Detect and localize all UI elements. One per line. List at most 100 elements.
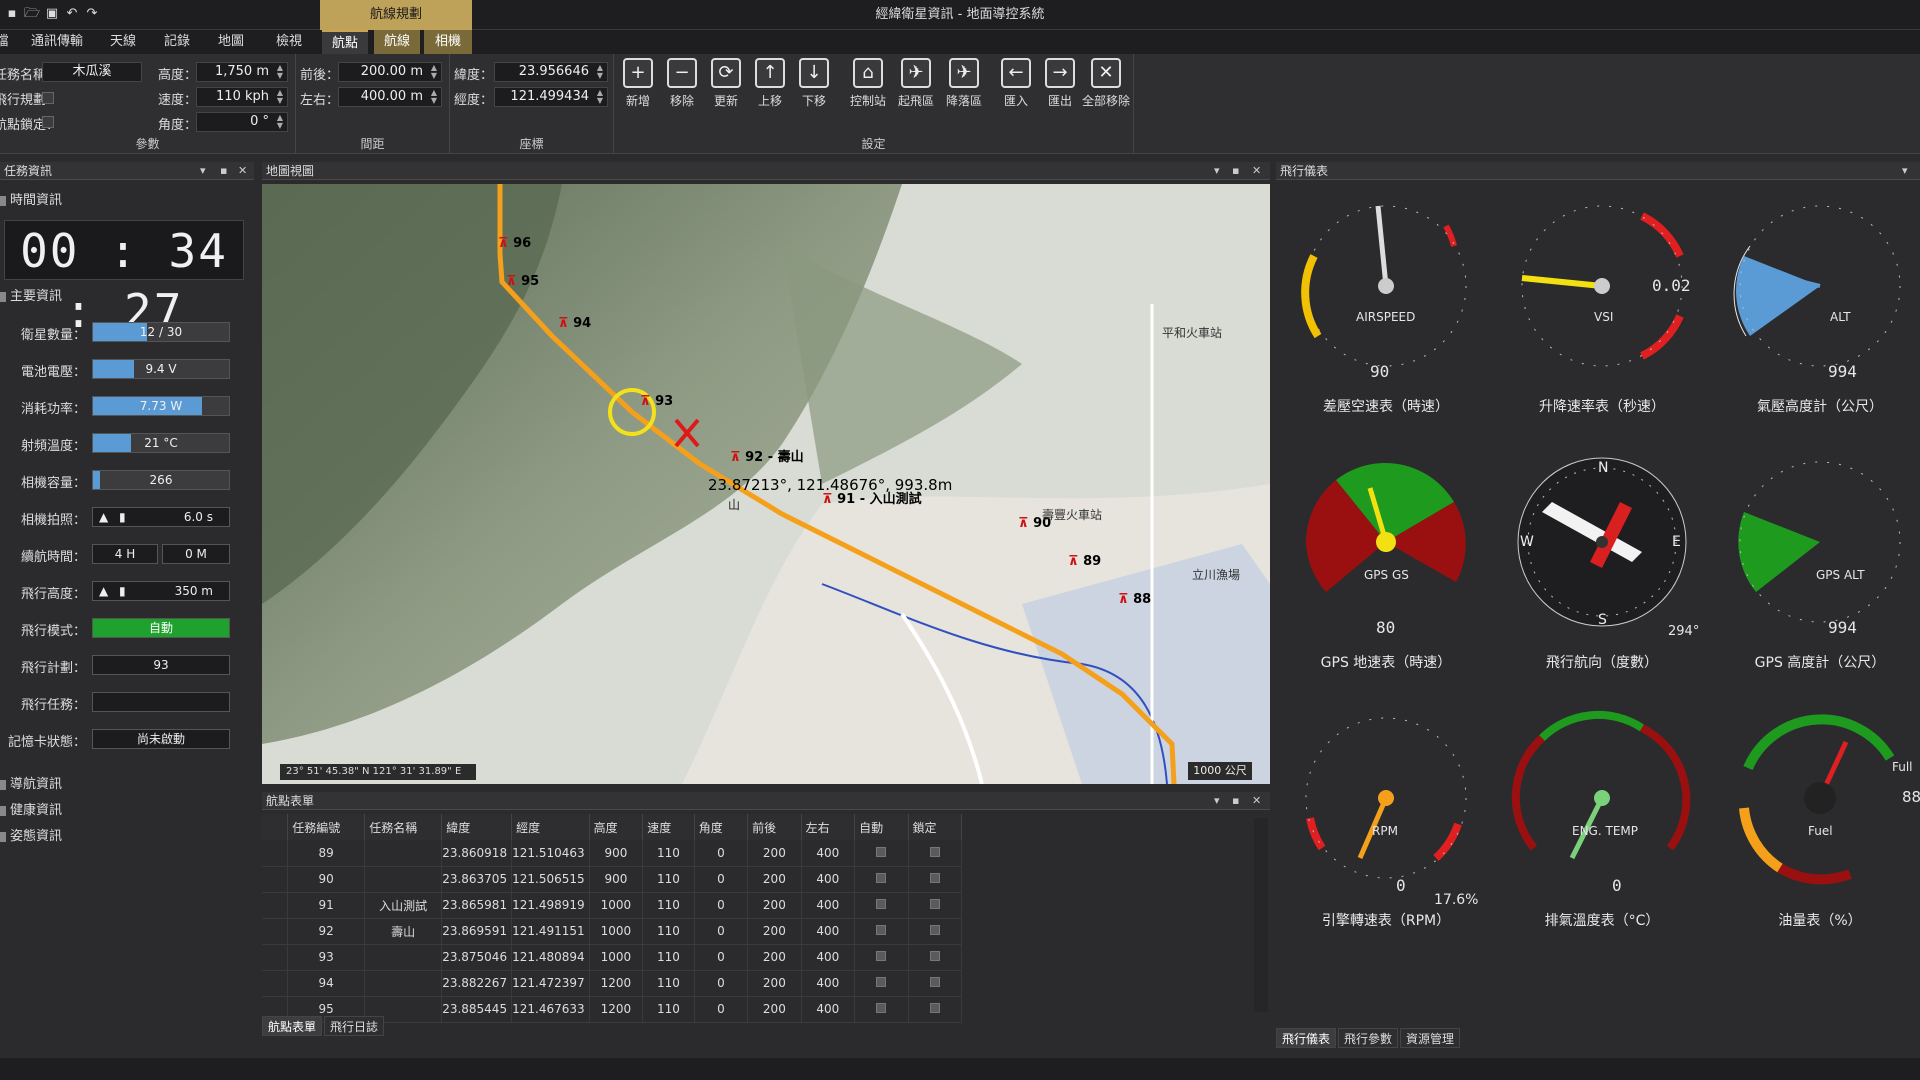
tab-flight-instruments[interactable]: 飛行儀表	[1276, 1028, 1336, 1048]
spin-icon[interactable]: ▲ ▼	[274, 64, 286, 80]
table-row[interactable]: 94 23.882267 121.472397 1200 110 0 200 400	[262, 970, 962, 997]
flight-alt-field[interactable]: ▲ ▮ 350 m	[92, 581, 230, 601]
auto-checkbox[interactable]	[876, 977, 887, 987]
move-down-button[interactable]: ↓ 下移	[794, 58, 834, 120]
table-row[interactable]: 91 入山測試 23.865981 121.498919 1000 110 0 200 400	[262, 892, 962, 919]
dropdown-icon[interactable]: ▾	[200, 162, 206, 180]
menu-waypoint[interactable]: 航點	[322, 30, 368, 54]
waypoint-lock-checkbox[interactable]	[42, 116, 54, 128]
move-up-button[interactable]: ↑ 上移	[750, 58, 790, 120]
attitude-section[interactable]: 姿態資訊	[0, 826, 254, 848]
table-scrollbar[interactable]	[1254, 818, 1268, 1012]
auto-checkbox[interactable]	[876, 899, 887, 909]
waypoint-92[interactable]: ⊼ 92 - 壽山	[730, 446, 804, 465]
auto-checkbox[interactable]	[876, 951, 887, 961]
dropdown-icon[interactable]: ▾	[1214, 792, 1220, 810]
remove-waypoint-button[interactable]: − 移除	[662, 58, 702, 120]
time-section[interactable]: 時間資訊	[0, 190, 254, 212]
column-header[interactable]: 角度	[694, 814, 749, 840]
column-header[interactable]: 緯度	[441, 814, 513, 840]
endurance-minutes[interactable]: 0 M	[162, 544, 230, 564]
row-selector[interactable]	[262, 944, 289, 971]
waypoint-96[interactable]: ⊼ 96	[498, 236, 531, 251]
endurance-hours[interactable]: 4 H	[92, 544, 158, 564]
table-row[interactable]: 90 23.863705 121.506515 900 110 0 200 400	[262, 866, 962, 893]
spin-icon[interactable]: ▲ ▼	[428, 89, 440, 105]
lock-checkbox[interactable]	[929, 951, 940, 961]
main-section[interactable]: 主要資訊	[0, 286, 254, 308]
add-waypoint-button[interactable]: + 新增	[618, 58, 658, 120]
menu-record[interactable]: 記錄	[152, 30, 202, 54]
pin-icon[interactable]: ▪	[1232, 792, 1239, 810]
auto-checkbox[interactable]	[876, 873, 887, 883]
lock-icon[interactable]: ▮	[119, 508, 126, 526]
spin-icon[interactable]: ▲ ▼	[594, 64, 606, 80]
lock-checkbox[interactable]	[929, 873, 940, 883]
export-button[interactable]: → 匯出	[1040, 58, 1080, 120]
altitude-field[interactable]: 1,750 m ▲ ▼	[196, 62, 288, 82]
takeoff-zone-button[interactable]: ✈ 起飛區	[894, 58, 938, 120]
angle-field[interactable]: 0 ° ▲ ▼	[196, 112, 288, 132]
table-row[interactable]: 93 23.875046 121.480894 1000 110 0 200 400	[262, 944, 962, 971]
waypoint-88[interactable]: ⊼ 88	[1118, 592, 1151, 607]
column-header[interactable]: 自動	[854, 814, 909, 840]
waypoint-93[interactable]: ⊼ 93	[640, 394, 673, 409]
tab-flight-params[interactable]: 飛行參數	[1338, 1028, 1398, 1048]
lock-checkbox[interactable]	[929, 899, 940, 909]
save-icon[interactable]: ▣	[44, 6, 60, 22]
lock-checkbox[interactable]	[929, 1003, 940, 1013]
close-icon[interactable]: ✕	[1252, 792, 1261, 810]
menu-comm[interactable]: 通訊傳輸	[24, 30, 90, 54]
auto-checkbox[interactable]	[876, 846, 887, 857]
landing-zone-button[interactable]: ✈ 降落區	[942, 58, 986, 120]
left-right-field[interactable]: 400.00 m ▲ ▼	[338, 87, 442, 107]
import-button[interactable]: ← 匯入	[996, 58, 1036, 120]
table-row[interactable]: 89 23.860918 121.510463 900 110 0 200 400	[262, 840, 962, 867]
column-header[interactable]: 任務編號	[287, 814, 366, 840]
row-selector[interactable]	[262, 970, 289, 997]
tab-flight-log[interactable]: 飛行日誌	[324, 1016, 384, 1036]
column-header[interactable]: 任務名稱	[364, 814, 443, 840]
open-icon[interactable]: 🗁	[24, 6, 40, 22]
health-section[interactable]: 健康資訊	[0, 800, 254, 822]
speed-field[interactable]: 110 kph ▲ ▼	[196, 87, 288, 107]
row-selector[interactable]	[262, 892, 289, 919]
menu-view[interactable]: 檢視	[262, 30, 316, 54]
menu-route[interactable]: 航線	[374, 30, 420, 54]
waypoint-94[interactable]: ⊼ 94	[558, 316, 591, 331]
flight-plan-checkbox[interactable]	[42, 92, 54, 104]
column-header[interactable]: 左右	[801, 814, 856, 840]
pin-icon[interactable]: ▪	[220, 162, 227, 180]
table-row[interactable]: 92 壽山 23.869591 121.491151 1000 110 0 200 400	[262, 918, 962, 945]
waypoint-89[interactable]: ⊼ 89	[1068, 554, 1101, 569]
lock-checkbox[interactable]	[929, 925, 940, 935]
column-header[interactable]: 鎖定	[908, 814, 962, 840]
tab-resource-management[interactable]: 資源管理	[1400, 1028, 1460, 1048]
auto-checkbox[interactable]	[876, 1003, 887, 1013]
longitude-field[interactable]: 121.499434 ▲ ▼	[494, 87, 608, 107]
spin-icon[interactable]: ▲ ▼	[594, 89, 606, 105]
column-header[interactable]: 前後	[747, 814, 802, 840]
remove-all-button[interactable]: ✕ 全部移除	[1078, 58, 1134, 120]
up-arrow-icon[interactable]: ▲	[99, 582, 108, 600]
row-selector[interactable]	[262, 840, 289, 867]
menu-map[interactable]: 地圖	[206, 30, 256, 54]
nav-section[interactable]: 導航資訊	[0, 774, 254, 796]
latitude-field[interactable]: 23.956646 ▲ ▼	[494, 62, 608, 82]
lock-checkbox[interactable]	[929, 846, 940, 857]
column-header[interactable]: 高度	[589, 814, 644, 840]
menu-camera[interactable]: 相機	[424, 30, 472, 54]
redo-icon[interactable]: ↷	[84, 6, 100, 22]
front-back-field[interactable]: 200.00 m ▲ ▼	[338, 62, 442, 82]
up-arrow-icon[interactable]: ▲	[99, 508, 108, 526]
spin-icon[interactable]: ▲ ▼	[428, 64, 440, 80]
row-selector[interactable]	[262, 866, 289, 893]
pin-icon[interactable]: ▪	[1232, 162, 1239, 180]
menu-antenna[interactable]: 天線	[98, 30, 148, 54]
shoot-interval-field[interactable]: ▲ ▮ 6.0 s	[92, 507, 230, 527]
spin-icon[interactable]: ▲ ▼	[274, 114, 286, 130]
lock-icon[interactable]: ▮	[119, 582, 126, 600]
control-station-button[interactable]: ⌂ 控制站	[846, 58, 890, 120]
waypoint-95[interactable]: ⊼ 95	[506, 274, 539, 289]
column-header[interactable]: 速度	[642, 814, 695, 840]
